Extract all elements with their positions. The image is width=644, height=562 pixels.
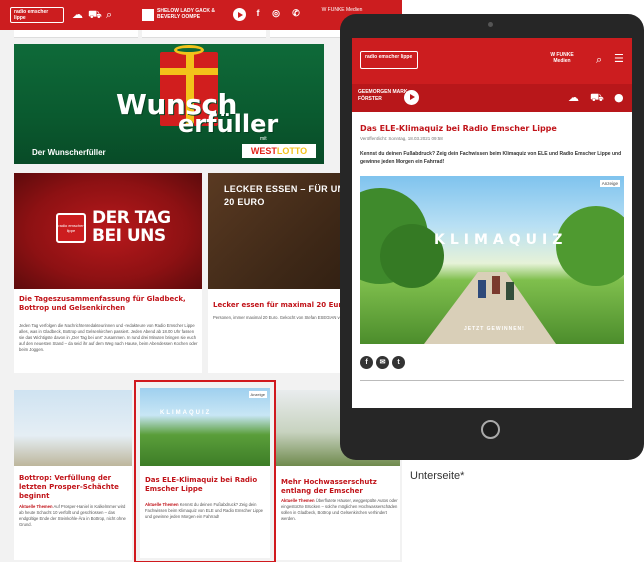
traffic-icon[interactable]: ⛟: [590, 92, 604, 104]
twitter-share-icon[interactable]: t: [392, 356, 405, 369]
image-headline: DER TAG BEI UNS: [92, 208, 171, 246]
ad-badge: Anzeige: [599, 180, 620, 187]
live-play-button[interactable]: [404, 90, 419, 105]
card-image: [14, 390, 132, 466]
article-lead: Kennst du deinen Fußabdruck? Zeig dein F…: [360, 151, 622, 165]
live-play-button[interactable]: [233, 8, 246, 21]
banner-mit: mit: [260, 136, 267, 142]
whatsapp-icon[interactable]: ✆: [290, 8, 302, 21]
card-title[interactable]: Bottrop: Verfüllung der letzten Prosper-…: [19, 474, 129, 501]
live-bar: GEEMORGEN MARK FÖRSTER ☁ ⛟ ●: [352, 84, 632, 112]
traffic-icon[interactable]: ⛟: [88, 8, 102, 22]
tablet-camera: [488, 22, 493, 27]
tablet-home-button: [481, 420, 500, 439]
facebook-icon[interactable]: f: [252, 8, 264, 21]
site-logo[interactable]: radio emscher lippe: [360, 51, 418, 69]
image-caption: Unterseite*: [410, 470, 465, 482]
image-subline: JETZT GEWINNEN!: [464, 326, 525, 332]
article-image: KLIMAQUIZ JETZT GEWINNEN! Anzeige: [360, 176, 624, 344]
funke-logo: W FUNKE Medien: [550, 52, 574, 64]
banner-word-2: erfüller: [178, 110, 279, 138]
cloud-icon[interactable]: ☁: [568, 92, 579, 104]
cloud-icon[interactable]: ☁: [72, 8, 83, 22]
path-illustration: [360, 188, 624, 344]
search-icon[interactable]: ⌕: [596, 54, 602, 66]
article-card[interactable]: radio emscher lippe DER TAG BEI UNS Die …: [14, 173, 202, 373]
banner-caption: Der Wunscherfüller: [32, 148, 106, 157]
current-show-label: SHELOW LADY GACK & BEVERLY OOMPE: [157, 8, 215, 20]
previous-card-edge: [142, 30, 266, 38]
site-logo[interactable]: radio emscher lippe: [10, 7, 64, 23]
article-card[interactable]: Bottrop: Verfüllung der letzten Prosper-…: [14, 390, 132, 560]
gift-ribbon: [160, 68, 218, 75]
article-title: Das ELE-Klimaquiz bei Radio Emscher Lipp…: [360, 124, 557, 133]
wunscherfueller-banner[interactable]: Wunsch erfüller mit WESTLOTTO Der Wunsch…: [14, 44, 324, 164]
menu-icon[interactable]: ☰: [614, 53, 624, 65]
divider: [360, 380, 624, 381]
gift-bow: [174, 45, 204, 55]
image-headline: KLIMAQUIZ: [434, 232, 568, 248]
tablet-screen: radio emscher lippe W FUNKE Medien ⌕ ☰ G…: [352, 38, 632, 408]
show-thumbnail: [142, 9, 154, 21]
highlight-frame: [134, 380, 276, 562]
current-show-label: GEEMORGEN MARK FÖRSTER: [358, 89, 408, 102]
card-title[interactable]: Die Tageszusammenfassung für Gladbeck, B…: [19, 295, 199, 313]
mobile-header: radio emscher lippe W FUNKE Medien ⌕ ☰: [352, 38, 632, 84]
article-date: Veröffentlicht: Sonntag, 18.03.2021 09:5…: [360, 136, 443, 141]
instagram-icon[interactable]: ◎: [270, 8, 282, 21]
facebook-share-icon[interactable]: f: [360, 356, 373, 369]
card-text: Aktuelle Themen Auf Prosper-Haniel in Ka…: [19, 504, 126, 527]
westlotto-logo: WESTLOTTO: [242, 144, 316, 158]
card-title[interactable]: Mehr Hochwasserschutz entlang der Emsche…: [281, 478, 399, 496]
card-text: Aktuelle Themen Überflutete Häuser, wegg…: [281, 498, 398, 521]
card-image: radio emscher lippe DER TAG BEI UNS: [14, 173, 202, 289]
user-icon[interactable]: ●: [614, 92, 624, 104]
card-text: Jeden Tag verfolgen die Nachrichtenredak…: [19, 323, 198, 352]
funke-logo: W FUNKE Medien: [321, 7, 363, 13]
search-icon[interactable]: ⌕: [106, 8, 112, 22]
previous-card-edge: [14, 30, 138, 38]
email-share-icon[interactable]: ✉: [376, 356, 389, 369]
radio-logo: radio emscher lippe: [56, 213, 86, 243]
